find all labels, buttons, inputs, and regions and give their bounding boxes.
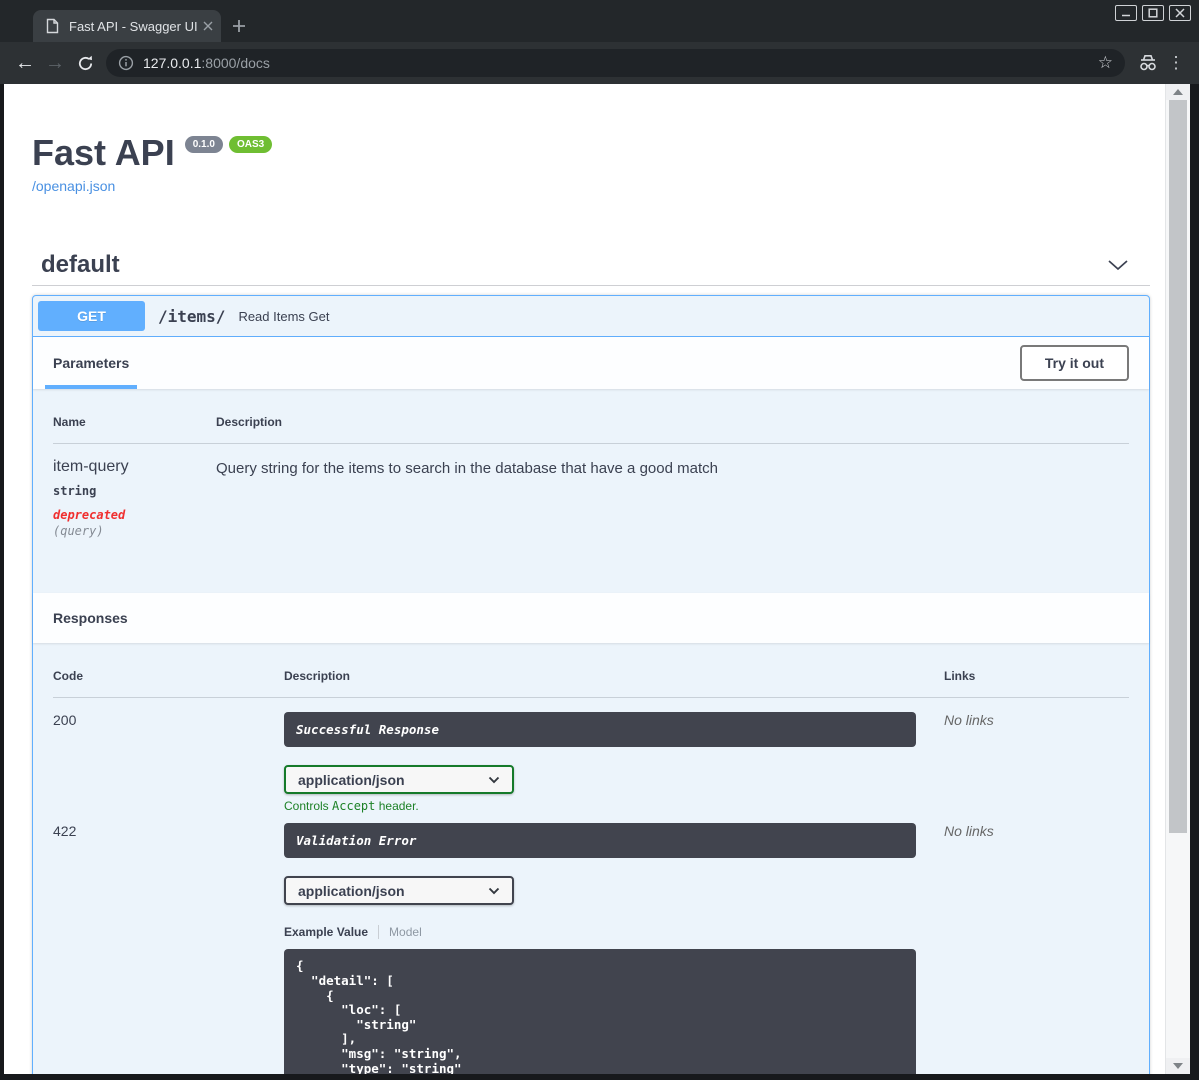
browser-tab[interactable]: Fast API - Swagger UI	[33, 10, 221, 42]
media-type-select-200[interactable]: application/json	[284, 765, 514, 795]
operation-summary[interactable]: GET /items/ Read Items Get	[33, 296, 1149, 338]
parameter-type: string	[53, 484, 97, 499]
tab-divider	[378, 925, 380, 940]
response-description-box: Validation Error	[284, 823, 916, 859]
response-links: No links	[944, 712, 994, 729]
url-text[interactable]: 127.0.0.1:8000/docs	[143, 55, 1090, 71]
new-tab-button[interactable]	[228, 15, 250, 37]
col-header-links: Links	[944, 669, 976, 684]
browser-chrome: Fast API - Swagger UI ← → 127.0.0.1:8000…	[0, 0, 1199, 84]
tag-header[interactable]: default	[32, 250, 1150, 287]
response-row-422: 422 Validation Error application/json Ex…	[53, 813, 1129, 1074]
parameter-location: (query)	[53, 524, 104, 539]
maximize-button[interactable]	[1142, 5, 1164, 21]
minimize-button[interactable]	[1115, 5, 1137, 21]
scroll-up-button[interactable]	[1166, 84, 1190, 100]
scrollbar-thumb[interactable]	[1169, 100, 1187, 833]
parameter-row: item-query string deprecated (query) Que…	[53, 444, 1129, 538]
window-controls	[1115, 5, 1191, 21]
reload-button[interactable]	[70, 48, 100, 78]
url-host: 127.0.0.1	[143, 55, 202, 71]
response-description-box: Successful Response	[284, 712, 916, 748]
responses-table-header: Code Description Links	[53, 669, 1129, 699]
parameters-table-header: Name Description	[53, 415, 1129, 445]
select-chevron-icon	[488, 776, 500, 784]
close-button[interactable]	[1169, 5, 1191, 21]
browser-menu-icon[interactable]: ⋮	[1163, 53, 1189, 73]
address-bar[interactable]: 127.0.0.1:8000/docs ☆	[106, 49, 1125, 77]
api-info: Fast API 0.1.0 OAS3	[32, 132, 1150, 173]
operation-description: Read Items Get	[238, 308, 330, 324]
browser-toolbar: ← → 127.0.0.1:8000/docs ☆ ⋮	[0, 42, 1199, 84]
scroll-down-button[interactable]	[1166, 1058, 1190, 1074]
incognito-icon	[1133, 48, 1163, 78]
tab-title: Fast API - Swagger UI	[69, 18, 198, 34]
response-code: 200	[53, 712, 77, 729]
parameter-description: Query string for the items to search in …	[216, 460, 718, 478]
responses-title: Responses	[53, 610, 128, 627]
page-info-icon[interactable]	[118, 55, 134, 71]
parameters-title: Parameters	[53, 355, 130, 372]
http-method-badge: GET	[38, 301, 145, 332]
example-json-block: { "detail": [ { "loc": [ "string" ], "ms…	[284, 949, 916, 1074]
responses-table: Code Description Links 200 Successful Re…	[33, 643, 1149, 1074]
tag-section-default: default GET /items/ Read Items Get Param…	[32, 250, 1150, 1074]
parameters-header: Parameters Try it out	[33, 337, 1149, 390]
page-favicon-icon	[46, 18, 59, 34]
col-header-name: Name	[53, 415, 86, 430]
parameter-deprecated-flag: deprecated	[53, 508, 126, 523]
parameters-tab-underline	[45, 385, 137, 390]
openapi-spec-link[interactable]: /openapi.json	[32, 178, 115, 194]
tag-title: default	[41, 251, 120, 279]
col-header-description: Description	[216, 415, 283, 430]
forward-button[interactable]: →	[40, 48, 70, 78]
back-button[interactable]: ←	[10, 48, 40, 78]
tab-close-icon[interactable]	[203, 21, 213, 31]
response-code: 422	[53, 823, 77, 840]
response-links: No links	[944, 823, 994, 840]
media-type-value: application/json	[298, 882, 405, 899]
browser-viewport: Fast API 0.1.0 OAS3 /openapi.json defaul…	[4, 84, 1190, 1074]
tab-strip: Fast API - Swagger UI	[0, 0, 1199, 42]
media-type-select-422[interactable]: application/json	[284, 876, 514, 906]
col-header-description: Description	[284, 669, 351, 684]
parameter-name: item-query	[53, 458, 129, 476]
tab-example-value[interactable]: Example Value	[284, 925, 368, 939]
responses-header: Responses	[33, 593, 1149, 644]
example-model-tabs: Example Value Model	[284, 925, 944, 940]
media-type-value: application/json	[298, 771, 405, 788]
opblock-get-items: GET /items/ Read Items Get Parameters Tr…	[32, 295, 1150, 1074]
operation-path: /items/	[158, 306, 226, 326]
controls-accept-note: Controls Accept header.	[284, 799, 419, 814]
try-it-out-button[interactable]: Try it out	[1019, 345, 1129, 382]
swagger-page: Fast API 0.1.0 OAS3 /openapi.json defaul…	[4, 84, 1165, 1074]
version-badge: 0.1.0	[184, 136, 223, 153]
url-path: :8000/docs	[201, 55, 270, 71]
page-title: Fast API	[32, 132, 175, 173]
oas3-badge: OAS3	[228, 136, 273, 153]
page-scrollbar[interactable]	[1165, 84, 1190, 1074]
parameters-table: Name Description item-query string depre…	[33, 389, 1149, 593]
tab-model[interactable]: Model	[389, 925, 422, 939]
chevron-down-icon[interactable]	[1107, 259, 1129, 271]
response-row-200: 200 Successful Response application/json…	[53, 698, 1129, 813]
col-header-code: Code	[53, 669, 83, 684]
select-chevron-icon	[488, 887, 500, 895]
bookmark-star-icon[interactable]: ☆	[1098, 53, 1113, 73]
